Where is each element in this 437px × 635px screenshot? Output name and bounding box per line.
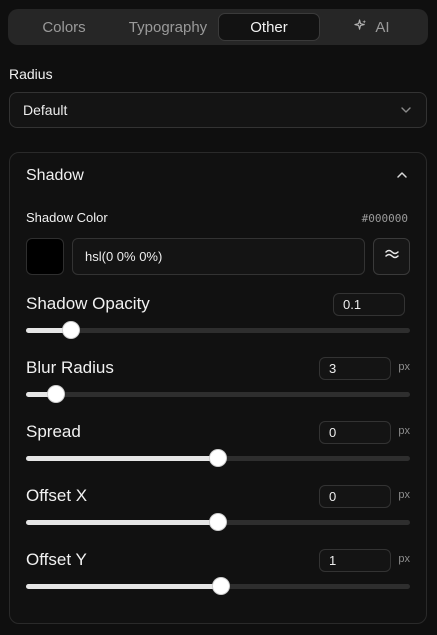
input-value: 1: [329, 553, 337, 568]
slider-track[interactable]: [26, 514, 410, 530]
input-value: 3: [329, 361, 337, 376]
unit-label: px: [398, 361, 410, 373]
offset-y-control: Offset Y 1 px: [26, 549, 410, 600]
swap-icon: [384, 246, 400, 267]
slider-label: Shadow Opacity: [26, 294, 150, 313]
input-value: 0: [329, 425, 337, 440]
shadow-color-value: hsl(0 0% 0%): [85, 249, 163, 264]
input-value: 0.1: [343, 297, 362, 312]
slider-fill: [26, 584, 222, 589]
tab-other[interactable]: Other: [218, 13, 320, 41]
tab-label: AI: [375, 18, 390, 36]
slider-label: Offset Y: [26, 550, 87, 569]
slider-label: Spread: [26, 422, 81, 441]
slider-track[interactable]: [26, 386, 410, 402]
shadow-panel-title: Shadow: [26, 167, 84, 184]
slider-track[interactable]: [26, 322, 410, 338]
slider-track[interactable]: [26, 578, 410, 594]
radius-label: Radius: [9, 66, 53, 82]
radius-select[interactable]: Default: [9, 92, 427, 128]
tab-label: Colors: [42, 18, 86, 36]
slider-thumb[interactable]: [213, 578, 230, 594]
input-value: 0: [329, 489, 337, 504]
tab-typography[interactable]: Typography: [116, 13, 220, 41]
slider-thumb[interactable]: [62, 322, 79, 338]
spread-control: Spread 0 px: [26, 421, 410, 472]
chevron-down-icon: [399, 103, 413, 117]
shadow-panel: Shadow Shadow Color #000000 hsl(0 0% 0%)…: [9, 152, 427, 624]
slider-thumb[interactable]: [47, 386, 64, 402]
shadow-opacity-control: Shadow Opacity 0.1: [26, 293, 410, 344]
offset-x-input[interactable]: 0: [319, 485, 391, 508]
sparkles-icon: [354, 19, 367, 35]
chevron-up-icon[interactable]: [394, 167, 410, 183]
slider-thumb[interactable]: [210, 450, 226, 466]
tab-ai[interactable]: AI: [320, 13, 424, 41]
shadow-color-label: Shadow Color: [26, 210, 108, 225]
unit-label: px: [398, 553, 410, 565]
slider-thumb[interactable]: [210, 514, 226, 530]
shadow-color-input[interactable]: hsl(0 0% 0%): [72, 238, 365, 275]
blur-radius-input[interactable]: 3: [319, 357, 391, 380]
unit-label: px: [398, 489, 410, 501]
tab-bar: Colors Typography Other AI: [8, 9, 428, 45]
tab-colors[interactable]: Colors: [12, 13, 116, 41]
offset-x-control: Offset X 0 px: [26, 485, 410, 536]
radius-select-value: Default: [23, 102, 68, 118]
tab-label: Typography: [128, 18, 208, 36]
shadow-opacity-input[interactable]: 0.1: [333, 293, 405, 316]
slider-fill: [26, 520, 218, 525]
slider-track[interactable]: [26, 450, 410, 466]
spread-input[interactable]: 0: [319, 421, 391, 444]
slider-label: Blur Radius: [26, 358, 114, 377]
slider-fill: [26, 456, 218, 461]
shadow-color-hex: #000000: [361, 212, 408, 225]
offset-y-input[interactable]: 1: [319, 549, 391, 572]
color-format-toggle-button[interactable]: [373, 238, 410, 275]
blur-radius-control: Blur Radius 3 px: [26, 357, 410, 408]
unit-label: px: [398, 425, 410, 437]
slider-label: Offset X: [26, 486, 88, 505]
shadow-color-swatch[interactable]: [26, 238, 64, 275]
tab-label: Other: [250, 18, 288, 36]
